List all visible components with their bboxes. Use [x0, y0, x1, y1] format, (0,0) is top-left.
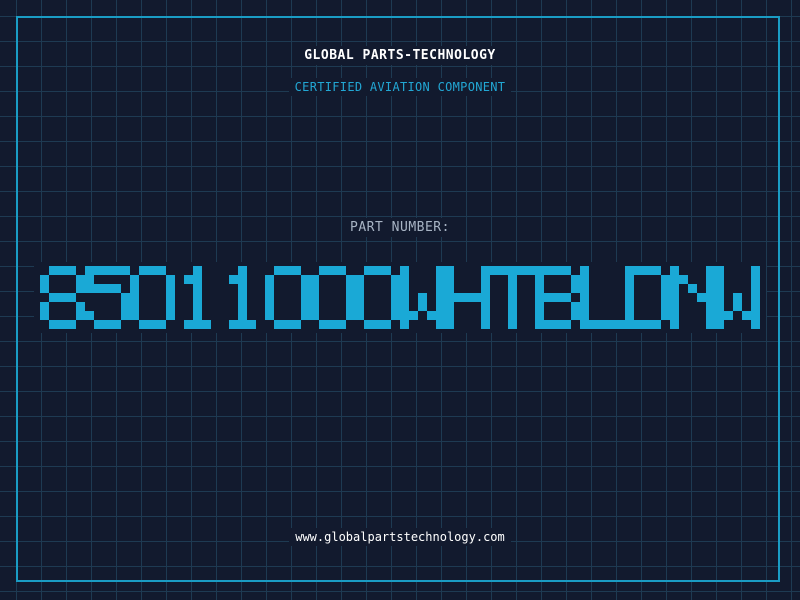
- part-number-label-text: PART NUMBER:: [344, 218, 456, 237]
- certification-subtitle: CERTIFIED AVIATION COMPONENT: [0, 78, 800, 96]
- part-number: [0, 258, 800, 338]
- label-canvas: GLOBAL PARTS-TECHNOLOGY CERTIFIED AVIATI…: [0, 0, 800, 600]
- company-name: GLOBAL PARTS-TECHNOLOGY: [0, 46, 800, 65]
- website-url-text: www.globalpartstechnology.com: [289, 528, 511, 546]
- part-number-pixel-text: [34, 262, 766, 333]
- website-url: www.globalpartstechnology.com: [0, 528, 800, 546]
- certification-subtitle-text: CERTIFIED AVIATION COMPONENT: [288, 78, 512, 96]
- part-number-label: PART NUMBER:: [0, 218, 800, 237]
- company-name-text: GLOBAL PARTS-TECHNOLOGY: [298, 46, 502, 65]
